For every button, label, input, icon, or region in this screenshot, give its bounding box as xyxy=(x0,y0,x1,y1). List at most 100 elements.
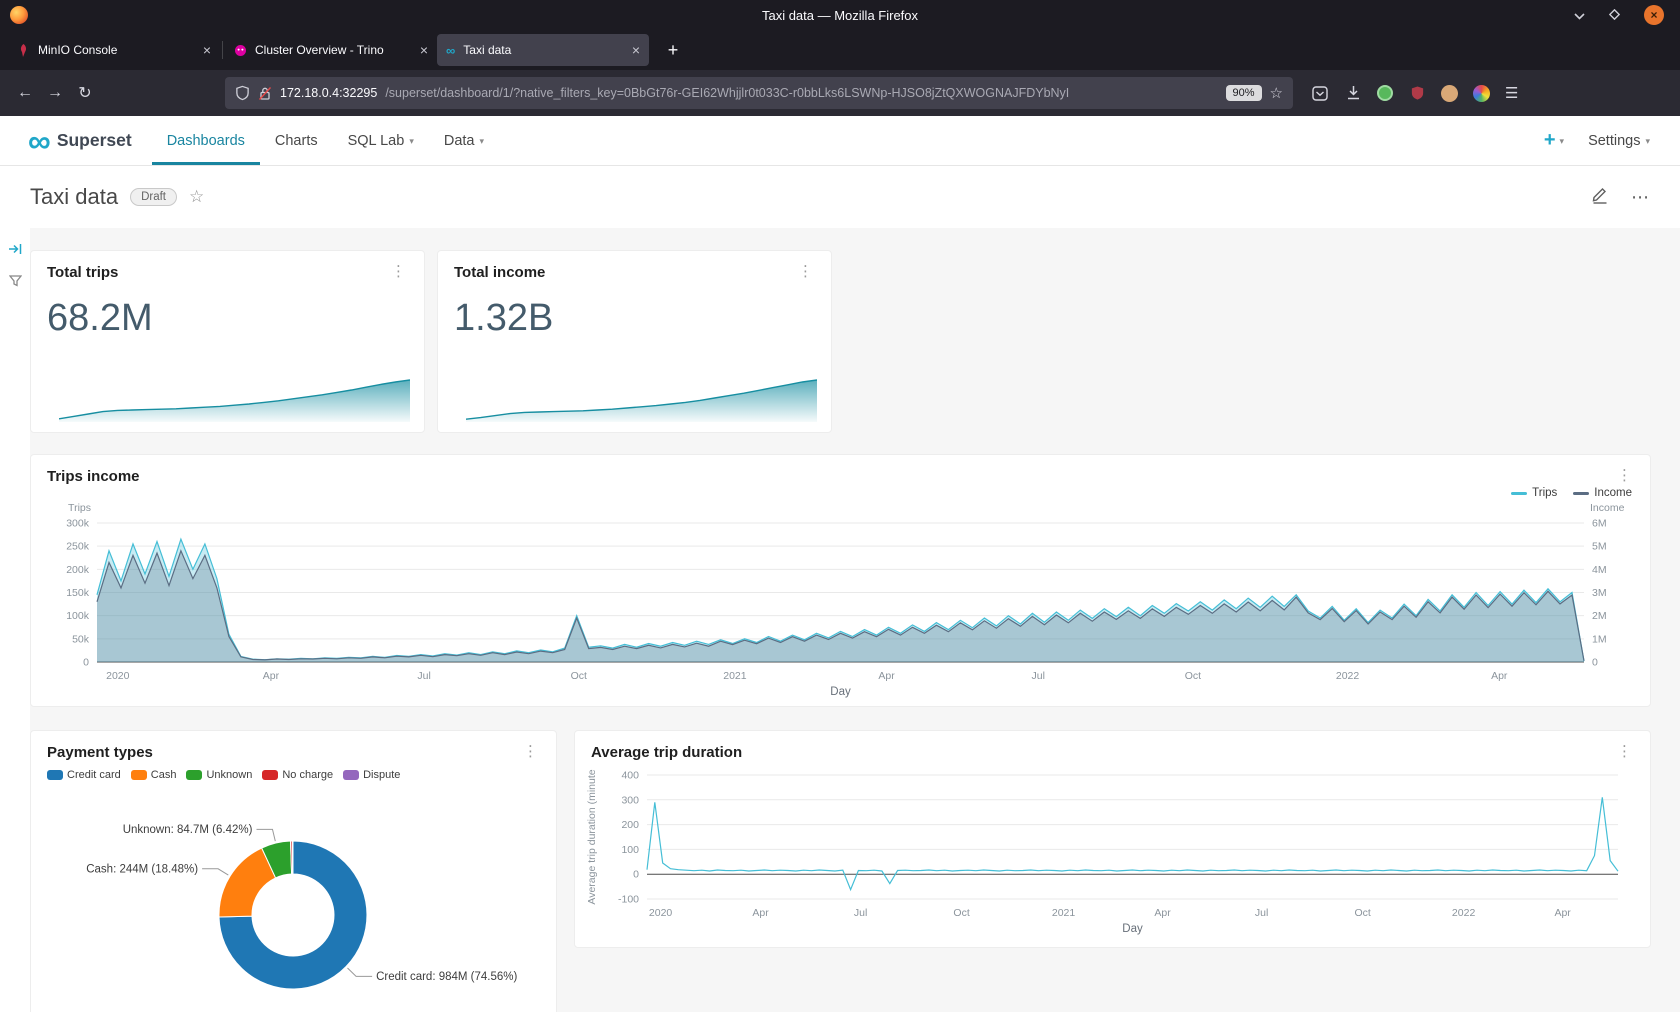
svg-text:250k: 250k xyxy=(66,541,90,553)
card-payment-types: Payment types ⋮ Credit card Cash Unknown… xyxy=(30,730,557,1012)
insecure-lock-icon[interactable] xyxy=(258,86,272,101)
svg-text:Unknown: 84.7M (6.42%): Unknown: 84.7M (6.42%) xyxy=(123,824,253,836)
svg-text:Apr: Apr xyxy=(878,670,895,682)
svg-text:Apr: Apr xyxy=(263,670,280,682)
card-average-trip-duration: Average trip duration ⋮ 4003002001000-10… xyxy=(574,730,1651,948)
tab-close-icon[interactable]: × xyxy=(203,42,211,58)
bookmark-star-icon[interactable]: ☆ xyxy=(1270,84,1283,102)
superset-logo[interactable]: ∞ Superset xyxy=(28,116,132,165)
svg-text:Jul: Jul xyxy=(417,670,430,682)
extension-icon-green[interactable] xyxy=(1377,85,1393,101)
url-bar[interactable]: 172.18.0.4:32295 /superset/dashboard/1/?… xyxy=(225,77,1293,109)
tab-minio-console[interactable]: MinIO Console × xyxy=(8,34,220,66)
svg-text:4M: 4M xyxy=(1592,564,1607,576)
window-restore-icon[interactable] xyxy=(1609,9,1620,22)
svg-text:2021: 2021 xyxy=(1052,907,1076,919)
card-menu-icon[interactable]: ⋮ xyxy=(1615,468,1634,483)
edit-pencil-icon[interactable] xyxy=(1591,186,1609,209)
new-item-button[interactable]: +▾ xyxy=(1544,129,1564,152)
svg-text:Apr: Apr xyxy=(1491,670,1508,682)
card-menu-icon[interactable]: ⋮ xyxy=(521,744,540,759)
svg-text:Oct: Oct xyxy=(1354,907,1370,919)
legend-item-dispute[interactable]: Dispute xyxy=(343,769,400,781)
profile-avatar[interactable] xyxy=(1441,85,1458,102)
filter-funnel-icon[interactable] xyxy=(9,274,22,292)
svg-text:300k: 300k xyxy=(66,518,90,530)
tab-label: Cluster Overview - Trino xyxy=(255,43,412,57)
extension-icon-colorful[interactable] xyxy=(1473,85,1490,102)
trino-favicon xyxy=(234,44,247,57)
nav-item-sql-lab[interactable]: SQL Lab▾ xyxy=(333,116,429,165)
zoom-level-badge[interactable]: 90% xyxy=(1226,85,1262,101)
chart-legend: Credit card Cash Unknown No charge Dispu… xyxy=(47,769,548,781)
dashboard-body: Total trips ⋮ 68.2M Total income ⋮ 1.32B… xyxy=(0,228,1680,1012)
card-total-trips: Total trips ⋮ 68.2M xyxy=(30,250,425,433)
big-number-value: 68.2M xyxy=(31,297,424,340)
svg-text:Oct: Oct xyxy=(571,670,587,682)
downloads-icon[interactable] xyxy=(1344,84,1362,102)
svg-text:Apr: Apr xyxy=(1154,907,1171,919)
card-trips-income: Trips income ⋮ Trips Income 300k6M250k5M… xyxy=(30,454,1651,707)
svg-text:2021: 2021 xyxy=(723,670,747,682)
superset-navbar: ∞ Superset Dashboards Charts SQL Lab▾ Da… xyxy=(0,116,1680,166)
card-menu-icon[interactable]: ⋮ xyxy=(1615,744,1634,759)
nav-item-dashboards[interactable]: Dashboards xyxy=(152,116,260,165)
svg-text:100: 100 xyxy=(621,844,639,856)
ublock-shield-icon[interactable] xyxy=(1408,84,1426,102)
nav-item-data[interactable]: Data▾ xyxy=(429,116,499,165)
pocket-icon[interactable] xyxy=(1311,84,1329,102)
tab-taxi-data[interactable]: ∞ Taxi data × xyxy=(437,34,649,66)
status-badge: Draft xyxy=(130,188,177,206)
shield-icon[interactable] xyxy=(235,85,250,101)
tab-close-icon[interactable]: × xyxy=(420,42,428,58)
caret-down-icon: ▾ xyxy=(409,134,414,147)
svg-text:Jul: Jul xyxy=(1255,907,1268,919)
back-button[interactable]: ← xyxy=(10,84,40,102)
svg-text:1M: 1M xyxy=(1592,633,1607,645)
legend-item-unknown[interactable]: Unknown xyxy=(186,769,252,781)
svg-text:Trips: Trips xyxy=(68,502,91,514)
svg-text:0: 0 xyxy=(83,657,89,669)
expand-filter-bar-icon[interactable] xyxy=(8,242,22,260)
dashboard-menu-icon[interactable]: ⋯ xyxy=(1631,187,1650,208)
settings-menu[interactable]: Settings▾ xyxy=(1588,133,1650,149)
trips-income-chart: 300k6M250k5M200k4M150k3M100k2M50k1M00Tri… xyxy=(39,491,1642,702)
total-trips-sparkline xyxy=(59,376,410,422)
svg-text:300: 300 xyxy=(621,794,639,806)
svg-text:400: 400 xyxy=(621,770,639,782)
legend-chip xyxy=(47,770,63,780)
favorite-star-icon[interactable]: ☆ xyxy=(189,187,204,207)
brand-name: Superset xyxy=(57,130,132,151)
svg-text:0: 0 xyxy=(1592,657,1598,669)
forward-button[interactable]: → xyxy=(40,84,70,102)
window-close-icon[interactable]: × xyxy=(1644,5,1664,25)
svg-text:Apr: Apr xyxy=(752,907,769,919)
dashboard-header: Taxi data Draft ☆ ⋯ xyxy=(0,166,1680,228)
legend-chip xyxy=(186,770,202,780)
svg-text:Cash: 244M (18.48%): Cash: 244M (18.48%) xyxy=(86,863,198,875)
page-title: Taxi data xyxy=(30,184,118,210)
menu-icon[interactable]: ☰ xyxy=(1505,84,1518,102)
tab-cluster-overview-trino[interactable]: Cluster Overview - Trino × xyxy=(225,34,437,66)
caret-down-icon: ▾ xyxy=(1645,134,1650,147)
card-menu-icon[interactable]: ⋮ xyxy=(796,264,815,279)
legend-item-cash[interactable]: Cash xyxy=(131,769,177,781)
tab-label: Taxi data xyxy=(463,43,624,57)
new-tab-button[interactable]: + xyxy=(659,40,687,61)
svg-text:Jul: Jul xyxy=(1032,670,1045,682)
card-menu-icon[interactable]: ⋮ xyxy=(389,264,408,279)
svg-text:100k: 100k xyxy=(66,610,90,622)
reload-button[interactable]: ↻ xyxy=(70,83,100,103)
url-host: 172.18.0.4:32295 xyxy=(280,86,377,100)
svg-text:Apr: Apr xyxy=(1554,907,1571,919)
legend-chip xyxy=(131,770,147,780)
legend-item-credit-card[interactable]: Credit card xyxy=(47,769,121,781)
window-minimize-icon[interactable] xyxy=(1574,9,1585,22)
svg-text:2020: 2020 xyxy=(106,670,130,682)
tab-close-icon[interactable]: × xyxy=(632,42,640,58)
firefox-icon xyxy=(10,6,28,24)
nav-item-charts[interactable]: Charts xyxy=(260,116,333,165)
card-title: Trips income xyxy=(47,468,140,485)
card-title: Total trips xyxy=(47,264,118,281)
legend-item-no-charge[interactable]: No charge xyxy=(262,769,333,781)
